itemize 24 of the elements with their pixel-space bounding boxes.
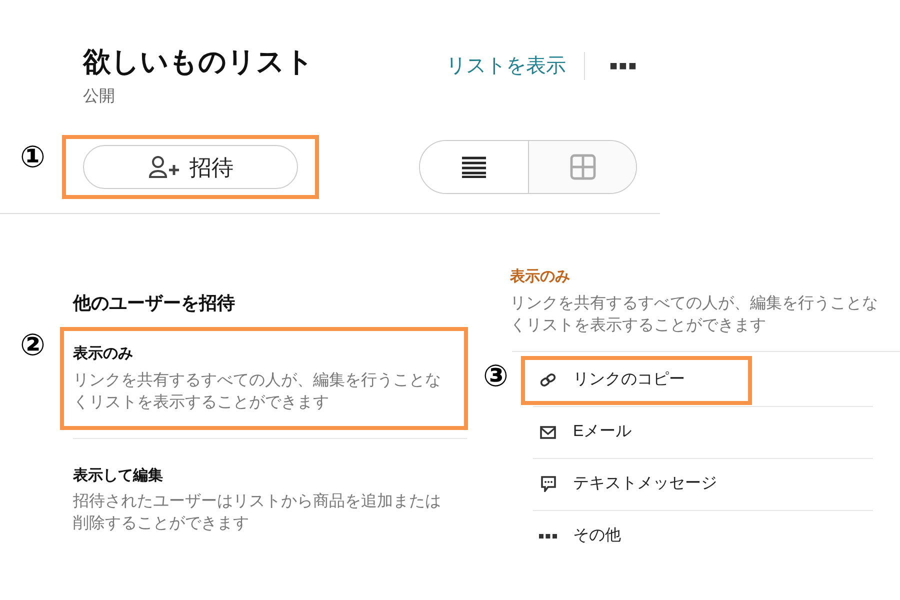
add-person-icon xyxy=(148,155,182,179)
step-number: ① xyxy=(20,143,46,173)
grid-icon xyxy=(570,154,596,180)
list-title: 欲しいものリスト xyxy=(83,45,314,79)
share-option[interactable]: Eメール xyxy=(537,420,632,444)
option-description: リンクを共有するすべての人が、編集を行うことなくリストを表示することができます xyxy=(73,370,442,412)
step-number: ② xyxy=(20,331,46,361)
option-description: リンクを共有するすべての人が、編集を行うことなくリストを表示することができます xyxy=(510,294,879,336)
share-option[interactable]: その他 xyxy=(537,524,621,548)
option-title: 表示のみ xyxy=(510,267,571,287)
more-icon xyxy=(537,534,559,538)
envelope-icon xyxy=(537,426,559,438)
section-title: 他のユーザーを招待 xyxy=(73,292,236,315)
option-title: 表示して編集 xyxy=(73,466,164,486)
share-option[interactable]: リンクのコピー xyxy=(537,368,685,392)
list-icon xyxy=(462,156,486,178)
invite-button[interactable]: 招待 xyxy=(83,145,298,189)
option-description: 招待されたユーザーはリストから商品を追加または削除することができます xyxy=(73,492,442,534)
view-list-link[interactable]: リストを表示 xyxy=(446,52,585,80)
step-number: ③ xyxy=(483,362,508,392)
privacy-label: 公開 xyxy=(83,87,116,107)
more-icon[interactable] xyxy=(609,62,637,70)
share-option[interactable]: テキストメッセージ xyxy=(537,472,717,496)
option-title: 表示のみ xyxy=(73,344,134,364)
